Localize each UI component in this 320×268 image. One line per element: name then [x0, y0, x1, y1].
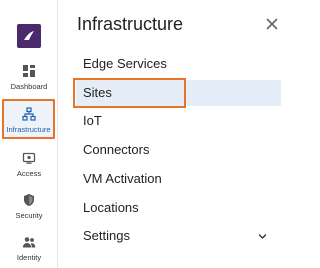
nav-rail: Dashboard Infrastructure Access Security: [0, 0, 58, 268]
rail-item-access[interactable]: Access: [0, 151, 58, 178]
menu-item-settings[interactable]: Settings: [76, 223, 281, 249]
rail-item-identity[interactable]: Identity: [0, 235, 58, 262]
shield-icon: [24, 194, 34, 206]
rail-item-label: Identity: [16, 253, 42, 262]
menu-item-sites[interactable]: Sites: [76, 80, 281, 106]
close-button[interactable]: [264, 16, 280, 32]
close-icon: [266, 18, 278, 30]
dashboard-icon: [23, 65, 35, 77]
rail-item-label: Infrastructure: [6, 125, 51, 134]
rail-item-dashboard[interactable]: Dashboard: [0, 64, 58, 91]
panel-title: Infrastructure: [77, 14, 184, 34]
app-logo[interactable]: [17, 24, 41, 48]
menu-item-locations[interactable]: Locations: [76, 195, 281, 221]
menu-item-label: Settings: [83, 228, 130, 243]
chevron-down-icon: [258, 234, 267, 239]
users-icon: [22, 237, 36, 248]
rail-item-infrastructure[interactable]: Infrastructure: [2, 99, 55, 139]
logo-icon: [24, 31, 34, 40]
menu-item-vm-activation[interactable]: VM Activation: [76, 166, 281, 192]
network-icon: [21, 107, 36, 121]
rail-item-label: Dashboard: [10, 82, 48, 91]
rail-item-label: Access: [16, 169, 42, 178]
infrastructure-panel: Infrastructure Edge Services Sites IoT C…: [58, 0, 289, 268]
access-icon: [22, 152, 36, 164]
rail-item-security[interactable]: Security: [0, 193, 58, 220]
rail-item-label: Security: [15, 211, 43, 220]
menu-item-connectors[interactable]: Connectors: [76, 137, 281, 163]
menu-item-iot[interactable]: IoT: [76, 108, 281, 134]
menu-item-edge-services[interactable]: Edge Services: [76, 51, 281, 77]
